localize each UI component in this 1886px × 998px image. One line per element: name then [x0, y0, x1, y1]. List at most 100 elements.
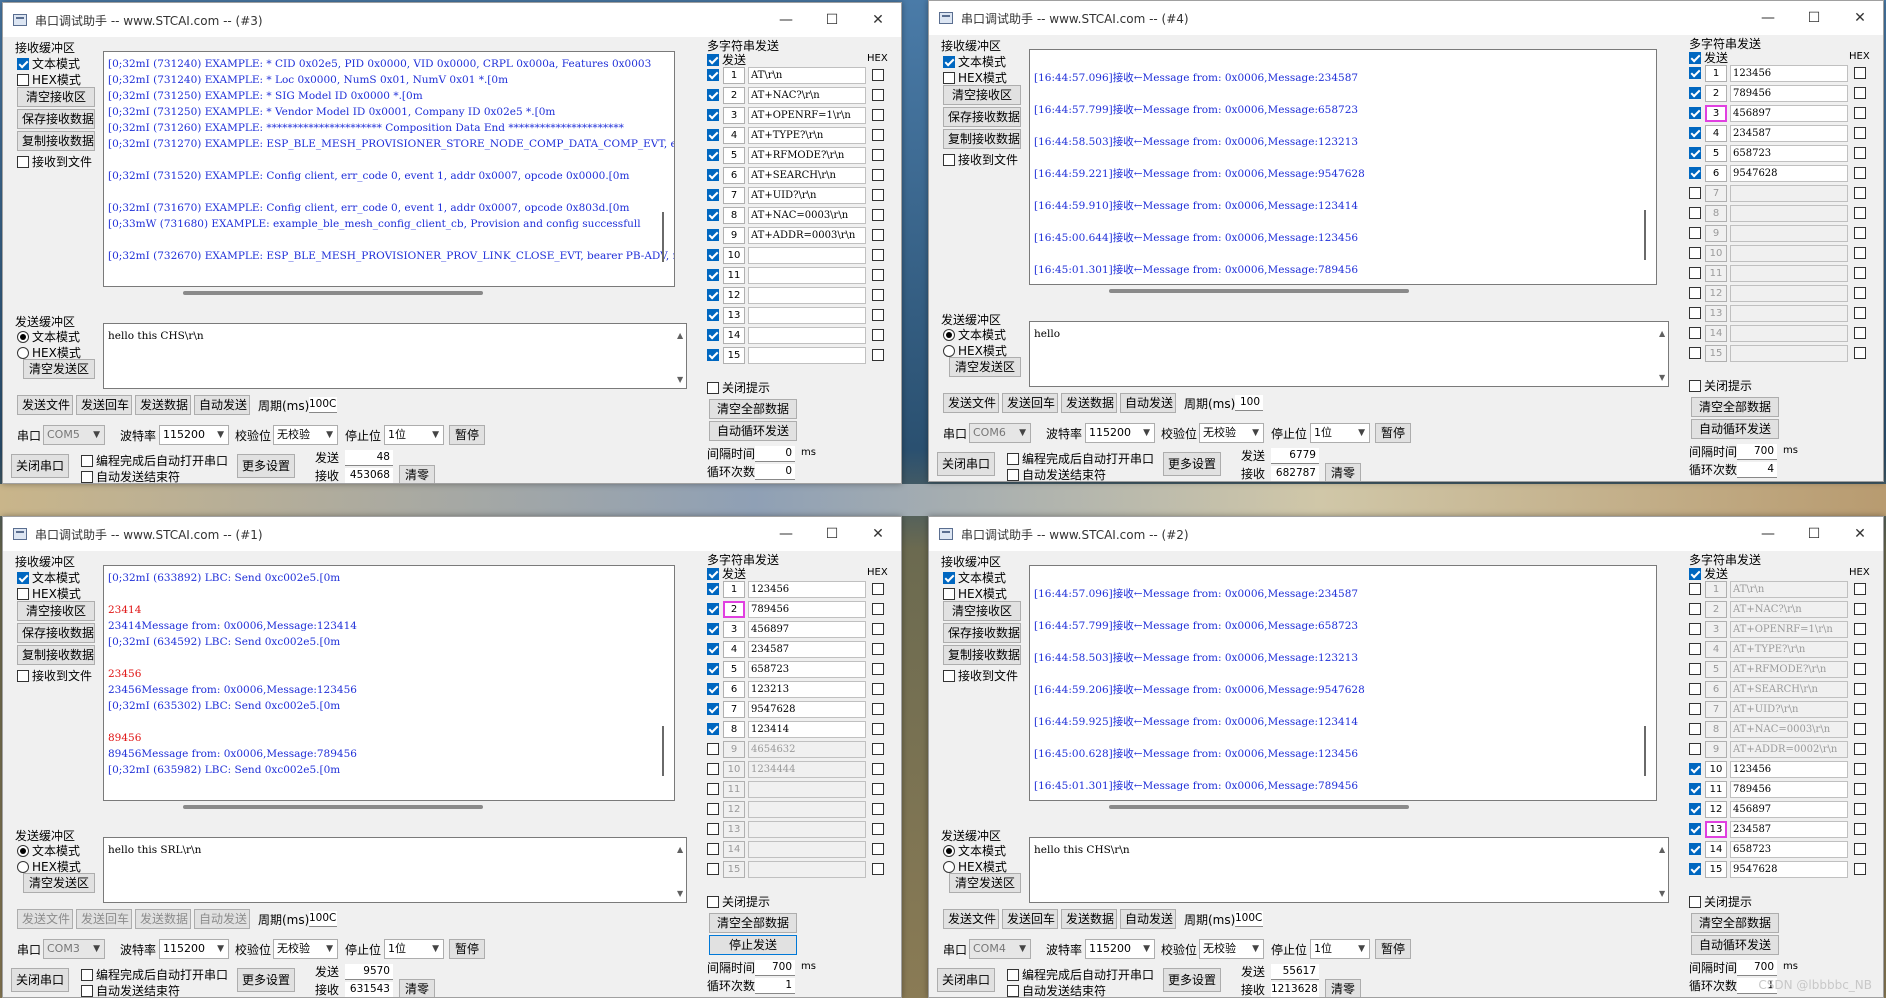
row-send-button[interactable]: 3	[1705, 105, 1727, 122]
port-select[interactable]: COM6 ▼	[969, 423, 1031, 443]
row-send-button[interactable]: 11	[1705, 781, 1727, 798]
row-send-button[interactable]: 13	[723, 821, 745, 838]
send-enter-button[interactable]: 发送回车	[1002, 393, 1058, 413]
send-all-checkbox[interactable]	[707, 54, 719, 66]
row-send-button[interactable]: 9	[723, 741, 745, 758]
row-send-checkbox[interactable]	[1689, 207, 1701, 219]
auto-open-checkbox[interactable]	[1007, 453, 1019, 465]
row-send-button[interactable]: 2	[1705, 85, 1727, 102]
row-send-checkbox[interactable]	[1689, 623, 1701, 635]
row-send-button[interactable]: 1	[723, 67, 745, 84]
row-string-input[interactable]: AT\r\n	[1730, 581, 1848, 598]
row-send-checkbox[interactable]	[1689, 267, 1701, 279]
row-send-button[interactable]: 3	[723, 621, 745, 638]
row-send-button[interactable]: 13	[1705, 821, 1727, 838]
row-string-input[interactable]: AT+TYPE?\r\n	[1730, 641, 1848, 658]
auto-send-end-checkbox[interactable]	[81, 985, 93, 997]
multi-send-all[interactable]: 发送	[1689, 49, 1728, 66]
send-file-button[interactable]: 发送文件	[17, 395, 73, 415]
row-hex-checkbox[interactable]	[1854, 107, 1866, 119]
auto-send-button[interactable]: 自动发送	[1120, 393, 1176, 413]
row-send-button[interactable]: 11	[723, 267, 745, 284]
recv-textarea[interactable]: [16:44:57.096]接收←Message from: 0x0006,Me…	[1029, 49, 1657, 285]
row-send-button[interactable]: 15	[723, 861, 745, 878]
clear-send-button[interactable]: 清空发送区	[23, 873, 95, 893]
auto-send-end-option[interactable]: 自动发送结束符	[81, 468, 180, 483]
close-tip-checkbox[interactable]	[1689, 380, 1701, 392]
clear-count-button[interactable]: 清零	[1325, 463, 1361, 481]
row-send-checkbox[interactable]	[707, 289, 719, 301]
row-hex-checkbox[interactable]	[1854, 863, 1866, 875]
row-send-checkbox[interactable]	[707, 703, 719, 715]
row-send-checkbox[interactable]	[1689, 347, 1701, 359]
row-string-input[interactable]	[1730, 305, 1848, 322]
row-hex-checkbox[interactable]	[1854, 147, 1866, 159]
row-string-input[interactable]: 123414	[748, 721, 866, 738]
row-send-button[interactable]: 9	[1705, 225, 1727, 242]
title-bar[interactable]: 串口调试助手 -- www.STCAI.com -- (#2) — ☐ ✕	[929, 517, 1883, 551]
row-send-checkbox[interactable]	[707, 69, 719, 81]
send-textarea[interactable]: hello	[1029, 321, 1669, 387]
row-send-checkbox[interactable]	[1689, 603, 1701, 615]
row-string-input[interactable]: AT+OPENRF=1\r\n	[748, 107, 866, 124]
row-send-button[interactable]: 8	[723, 721, 745, 738]
send-textarea[interactable]: hello this CHS\r\n	[103, 323, 687, 389]
row-hex-checkbox[interactable]	[1854, 683, 1866, 695]
row-string-input[interactable]	[748, 781, 866, 798]
multi-send-all[interactable]: 发送	[1689, 565, 1728, 582]
auto-loop-button[interactable]: 自动循环发送	[1691, 935, 1779, 955]
stopbits-select[interactable]: 1位 ▼	[384, 425, 444, 445]
close-port-button[interactable]: 关闭串口	[11, 968, 69, 992]
row-send-button[interactable]: 7	[723, 187, 745, 204]
row-hex-checkbox[interactable]	[872, 663, 884, 675]
parity-select[interactable]: 无校验 ▼	[1199, 423, 1264, 443]
row-send-checkbox[interactable]	[707, 229, 719, 241]
recv-hscrollbar[interactable]	[1109, 289, 1409, 293]
row-hex-checkbox[interactable]	[1854, 287, 1866, 299]
auto-send-end-option[interactable]: 自动发送结束符	[81, 982, 180, 997]
row-string-input[interactable]: AT+NAC=0003\r\n	[1730, 721, 1848, 738]
row-hex-checkbox[interactable]	[872, 129, 884, 141]
recv-text-mode[interactable]: 文本模式	[943, 53, 1006, 70]
clear-all-button[interactable]: 清空全部数据	[709, 913, 797, 933]
row-send-button[interactable]: 6	[723, 167, 745, 184]
row-hex-checkbox[interactable]	[872, 823, 884, 835]
row-hex-checkbox[interactable]	[1854, 327, 1866, 339]
recv-vscrollbar[interactable]	[1644, 726, 1646, 776]
baud-select[interactable]: 115200 ▼	[1085, 423, 1155, 443]
auto-send-end-checkbox[interactable]	[1007, 985, 1019, 997]
row-send-button[interactable]: 12	[723, 287, 745, 304]
row-string-input[interactable]: 658723	[1730, 841, 1848, 858]
row-send-button[interactable]: 15	[1705, 861, 1727, 878]
row-send-button[interactable]: 1	[1705, 65, 1727, 82]
row-string-input[interactable]: AT+SEARCH\r\n	[1730, 681, 1848, 698]
row-send-checkbox[interactable]	[707, 803, 719, 815]
pause-button[interactable]: 暂停	[449, 939, 485, 959]
copy-recv-button[interactable]: 复制接收数据	[17, 645, 95, 665]
row-hex-checkbox[interactable]	[872, 169, 884, 181]
auto-loop-button[interactable]: 停止发送	[709, 935, 797, 955]
row-send-button[interactable]: 10	[723, 761, 745, 778]
close-tip-checkbox[interactable]	[707, 382, 719, 394]
interval-input[interactable]: 700	[1737, 960, 1777, 976]
row-string-input[interactable]: AT+UID?\r\n	[1730, 701, 1848, 718]
row-send-button[interactable]: 14	[723, 327, 745, 344]
row-send-checkbox[interactable]	[707, 109, 719, 121]
row-send-button[interactable]: 15	[723, 347, 745, 364]
row-send-checkbox[interactable]	[707, 309, 719, 321]
auto-send-button[interactable]: 自动发送	[1120, 909, 1176, 929]
clear-recv-button[interactable]: 清空接收区	[17, 601, 95, 621]
row-hex-checkbox[interactable]	[1854, 583, 1866, 595]
row-send-checkbox[interactable]	[1689, 803, 1701, 815]
save-recv-button[interactable]: 保存接收数据	[943, 623, 1021, 643]
row-send-checkbox[interactable]	[1689, 843, 1701, 855]
row-hex-checkbox[interactable]	[872, 863, 884, 875]
row-send-checkbox[interactable]	[1689, 67, 1701, 79]
row-send-checkbox[interactable]	[1689, 823, 1701, 835]
row-hex-checkbox[interactable]	[1854, 167, 1866, 179]
row-string-input[interactable]: AT+UID?\r\n	[748, 187, 866, 204]
row-send-checkbox[interactable]	[707, 743, 719, 755]
row-string-input[interactable]	[748, 267, 866, 284]
send-textarea[interactable]: hello this SRL\r\n	[103, 837, 687, 903]
row-send-checkbox[interactable]	[707, 603, 719, 615]
